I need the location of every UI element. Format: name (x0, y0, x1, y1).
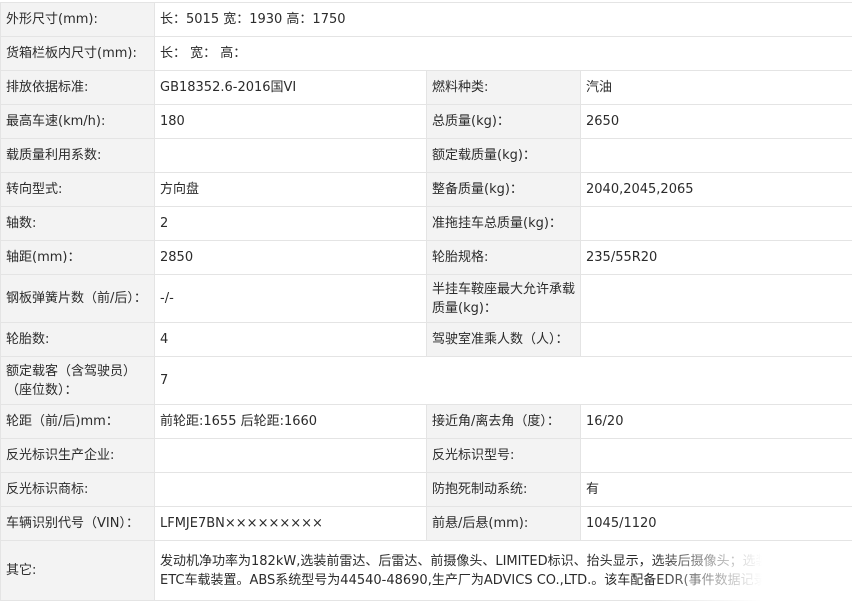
table-row: 轴距(mm)： 2850 轮胎规格: 235/55R20 (0, 240, 852, 275)
spec-label: 载质量利用系数: (0, 138, 155, 173)
table-row: 车辆识别代号（VIN）： LFMJE7BN××××××××× 前悬/后悬(mm)… (0, 506, 852, 541)
spec-label: 反光标识生产企业: (0, 438, 155, 473)
spec-value (579, 322, 852, 357)
spec-value: 长：5015 宽：1930 高：1750 (153, 2, 852, 37)
table-row: 轴数: 2 准拖挂车总质量(kg)： (0, 206, 852, 241)
table-row: 额定载客（含驾驶员）（座位数）： 7 (0, 356, 852, 405)
spec-value (154, 138, 427, 173)
table-row: 轮胎数: 4 驾驶室准乘人数（人）： (0, 322, 852, 357)
spec-value (154, 438, 427, 473)
spec-label: 半挂车鞍座最大允许承载质量(kg)： (426, 274, 581, 323)
spec-value: 4 (154, 322, 427, 357)
spec-label: 整备质量(kg)： (426, 172, 581, 207)
spec-value: 2040,2045,2065 (579, 172, 852, 207)
spec-value (154, 472, 427, 507)
spec-label: 反光标识商标: (0, 472, 155, 507)
spec-label: 其它: (0, 540, 155, 601)
table-row: 钢板弹簧片数（前/后）： -/- 半挂车鞍座最大允许承载质量(kg)： (0, 274, 852, 323)
spec-label: 外形尺寸(mm): (0, 2, 155, 37)
spec-label: 额定载客（含驾驶员）（座位数）： (0, 356, 155, 405)
spec-label: 防抱死制动系统: (426, 472, 581, 507)
spec-value: 方向盘 (154, 172, 427, 207)
vehicle-spec-table: 外形尺寸(mm): 长：5015 宽：1930 高：1750 货箱栏板内尺寸(m… (0, 2, 852, 601)
spec-label: 排放依据标准: (0, 70, 155, 105)
spec-label: 准拖挂车总质量(kg)： (426, 206, 581, 241)
spec-value: 汽油 (579, 70, 852, 105)
spec-label: 额定载质量(kg)： (426, 138, 581, 173)
table-row: 轮距（前/后)mm： 前轮距:1655 后轮距:1660 接近角/离去角（度）：… (0, 404, 852, 439)
spec-label: 货箱栏板内尺寸(mm): (0, 36, 155, 71)
spec-label: 转向型式: (0, 172, 155, 207)
spec-label: 最高车速(km/h): (0, 104, 155, 139)
table-row: 排放依据标准: GB18352.6-2016国VI 燃料种类: 汽油 (0, 70, 852, 105)
spec-label: 燃料种类: (426, 70, 581, 105)
spec-label: 轮胎规格: (426, 240, 581, 275)
table-row: 反光标识生产企业: 反光标识型号: (0, 438, 852, 473)
spec-value: 长： 宽： 高： (153, 36, 852, 71)
spec-value: 16/20 (579, 404, 852, 439)
table-row: 转向型式: 方向盘 整备质量(kg)： 2040,2045,2065 (0, 172, 852, 207)
spec-value (579, 438, 852, 473)
spec-value: 前轮距:1655 后轮距:1660 (154, 404, 427, 439)
spec-value: LFMJE7BN××××××××× (154, 506, 427, 541)
spec-label: 轴数: (0, 206, 155, 241)
spec-value (579, 274, 852, 323)
spec-value (579, 138, 852, 173)
spec-label: 轮胎数: (0, 322, 155, 357)
table-row: 其它: 发动机净功率为182kW,选装前雷达、后雷达、前摄像头、LIMITED标… (0, 540, 852, 601)
spec-value (579, 206, 852, 241)
spec-label: 驾驶室准乘人数（人）： (426, 322, 581, 357)
spec-value: 1045/1120 (579, 506, 852, 541)
spec-label: 总质量(kg)： (426, 104, 581, 139)
spec-value: 2850 (154, 240, 427, 275)
spec-label: 前悬/后悬(mm): (426, 506, 581, 541)
table-row: 最高车速(km/h): 180 总质量(kg)： 2650 (0, 104, 852, 139)
spec-value: 180 (154, 104, 427, 139)
spec-label: 轴距(mm)： (0, 240, 155, 275)
spec-value: 2 (154, 206, 427, 241)
spec-value: 有 (579, 472, 852, 507)
spec-value: 7 (153, 356, 852, 405)
spec-label: 接近角/离去角（度）： (426, 404, 581, 439)
spec-value-notes: 发动机净功率为182kW,选装前雷达、后雷达、前摄像头、LIMITED标识、抬头… (153, 540, 852, 601)
spec-label: 反光标识型号: (426, 438, 581, 473)
table-row: 外形尺寸(mm): 长：5015 宽：1930 高：1750 (0, 2, 852, 37)
spec-label: 轮距（前/后)mm： (0, 404, 155, 439)
table-row: 反光标识商标: 防抱死制动系统: 有 (0, 472, 852, 507)
spec-value: 235/55R20 (579, 240, 852, 275)
spec-label: 钢板弹簧片数（前/后）： (0, 274, 155, 323)
spec-value: GB18352.6-2016国VI (154, 70, 427, 105)
spec-label: 车辆识别代号（VIN）： (0, 506, 155, 541)
spec-value: 2650 (579, 104, 852, 139)
table-row: 货箱栏板内尺寸(mm): 长： 宽： 高： (0, 36, 852, 71)
spec-value: -/- (154, 274, 427, 323)
table-row: 载质量利用系数: 额定载质量(kg)： (0, 138, 852, 173)
